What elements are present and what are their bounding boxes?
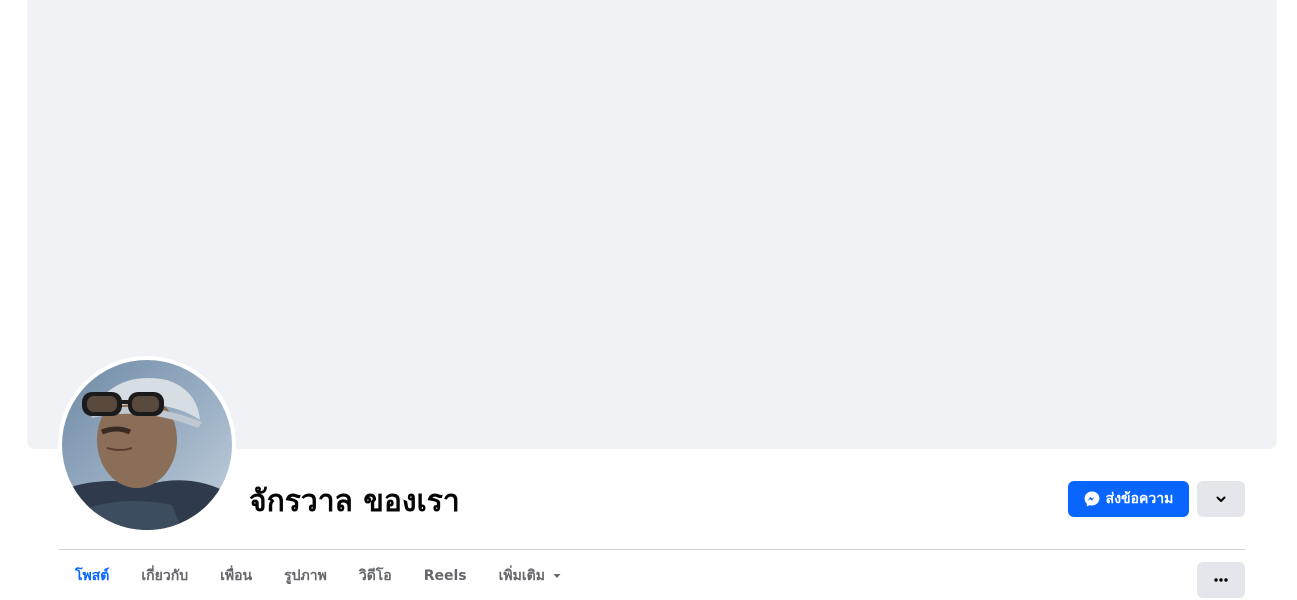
profile-picture-frame[interactable]	[58, 356, 236, 534]
ellipsis-icon	[1214, 578, 1228, 582]
send-message-label: ส่งข้อความ	[1105, 491, 1174, 507]
tab-posts[interactable]: โพสต์	[59, 552, 125, 600]
tab-videos[interactable]: วิดีโอ	[343, 552, 408, 600]
profile-name: จักรวาล ของเรา	[249, 484, 460, 519]
cover-photo[interactable]	[27, 0, 1277, 449]
profile-page: จักรวาล ของเรา ส่งข้อความ โพสต์ เกี่ยวกั…	[0, 0, 1297, 600]
tab-label: รูปภาพ	[284, 568, 327, 584]
chevron-down-icon	[1215, 493, 1227, 505]
header-divider	[59, 549, 1245, 550]
tab-label: เพิ่มเติม	[498, 568, 545, 584]
caret-down-icon	[552, 571, 562, 581]
messenger-icon	[1084, 491, 1100, 507]
avatar[interactable]	[62, 360, 232, 530]
tab-photos[interactable]: รูปภาพ	[268, 552, 343, 600]
profile-options-dropdown-button[interactable]	[1197, 481, 1245, 517]
send-message-button[interactable]: ส่งข้อความ	[1068, 481, 1189, 517]
tab-label: Reels	[423, 568, 467, 584]
tab-label: เพื่อน	[220, 568, 253, 584]
tab-label: โพสต์	[75, 568, 110, 584]
tab-friends[interactable]: เพื่อน	[204, 552, 268, 600]
tab-about[interactable]: เกี่ยวกับ	[125, 552, 204, 600]
more-options-button[interactable]	[1197, 562, 1245, 598]
profile-tabs: โพสต์ เกี่ยวกับ เพื่อน รูปภาพ วิดีโอ Ree…	[59, 552, 578, 600]
tab-more[interactable]: เพิ่มเติม	[483, 552, 578, 600]
tab-reels[interactable]: Reels	[408, 552, 483, 600]
tab-label: เกี่ยวกับ	[141, 568, 189, 584]
tab-label: วิดีโอ	[358, 568, 392, 584]
